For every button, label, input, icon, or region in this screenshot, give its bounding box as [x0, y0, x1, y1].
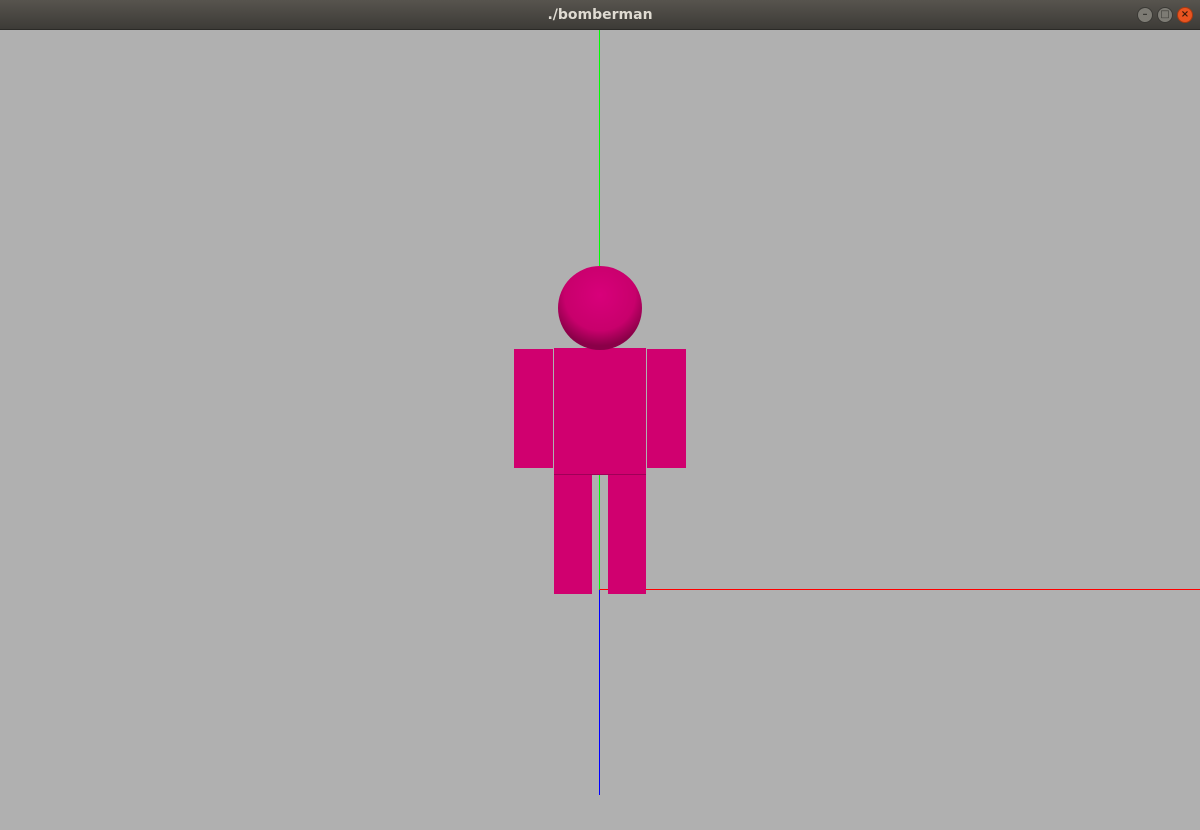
- title-bar[interactable]: ./bomberman – □ ×: [0, 0, 1200, 30]
- player-right-leg: [608, 475, 646, 594]
- window-controls: – □ ×: [1137, 7, 1193, 23]
- app-window: ./bomberman – □ ×: [0, 0, 1200, 830]
- 3d-viewport[interactable]: [0, 30, 1200, 830]
- player-torso: [554, 348, 646, 475]
- player-left-leg: [554, 475, 592, 594]
- maximize-button[interactable]: □: [1157, 7, 1173, 23]
- close-button[interactable]: ×: [1177, 7, 1193, 23]
- minimize-button[interactable]: –: [1137, 7, 1153, 23]
- player-right-arm: [647, 349, 686, 468]
- player-left-arm: [514, 349, 553, 468]
- player-head: [558, 266, 642, 350]
- scene-canvas: [514, 30, 1200, 795]
- window-title: ./bomberman: [547, 7, 653, 23]
